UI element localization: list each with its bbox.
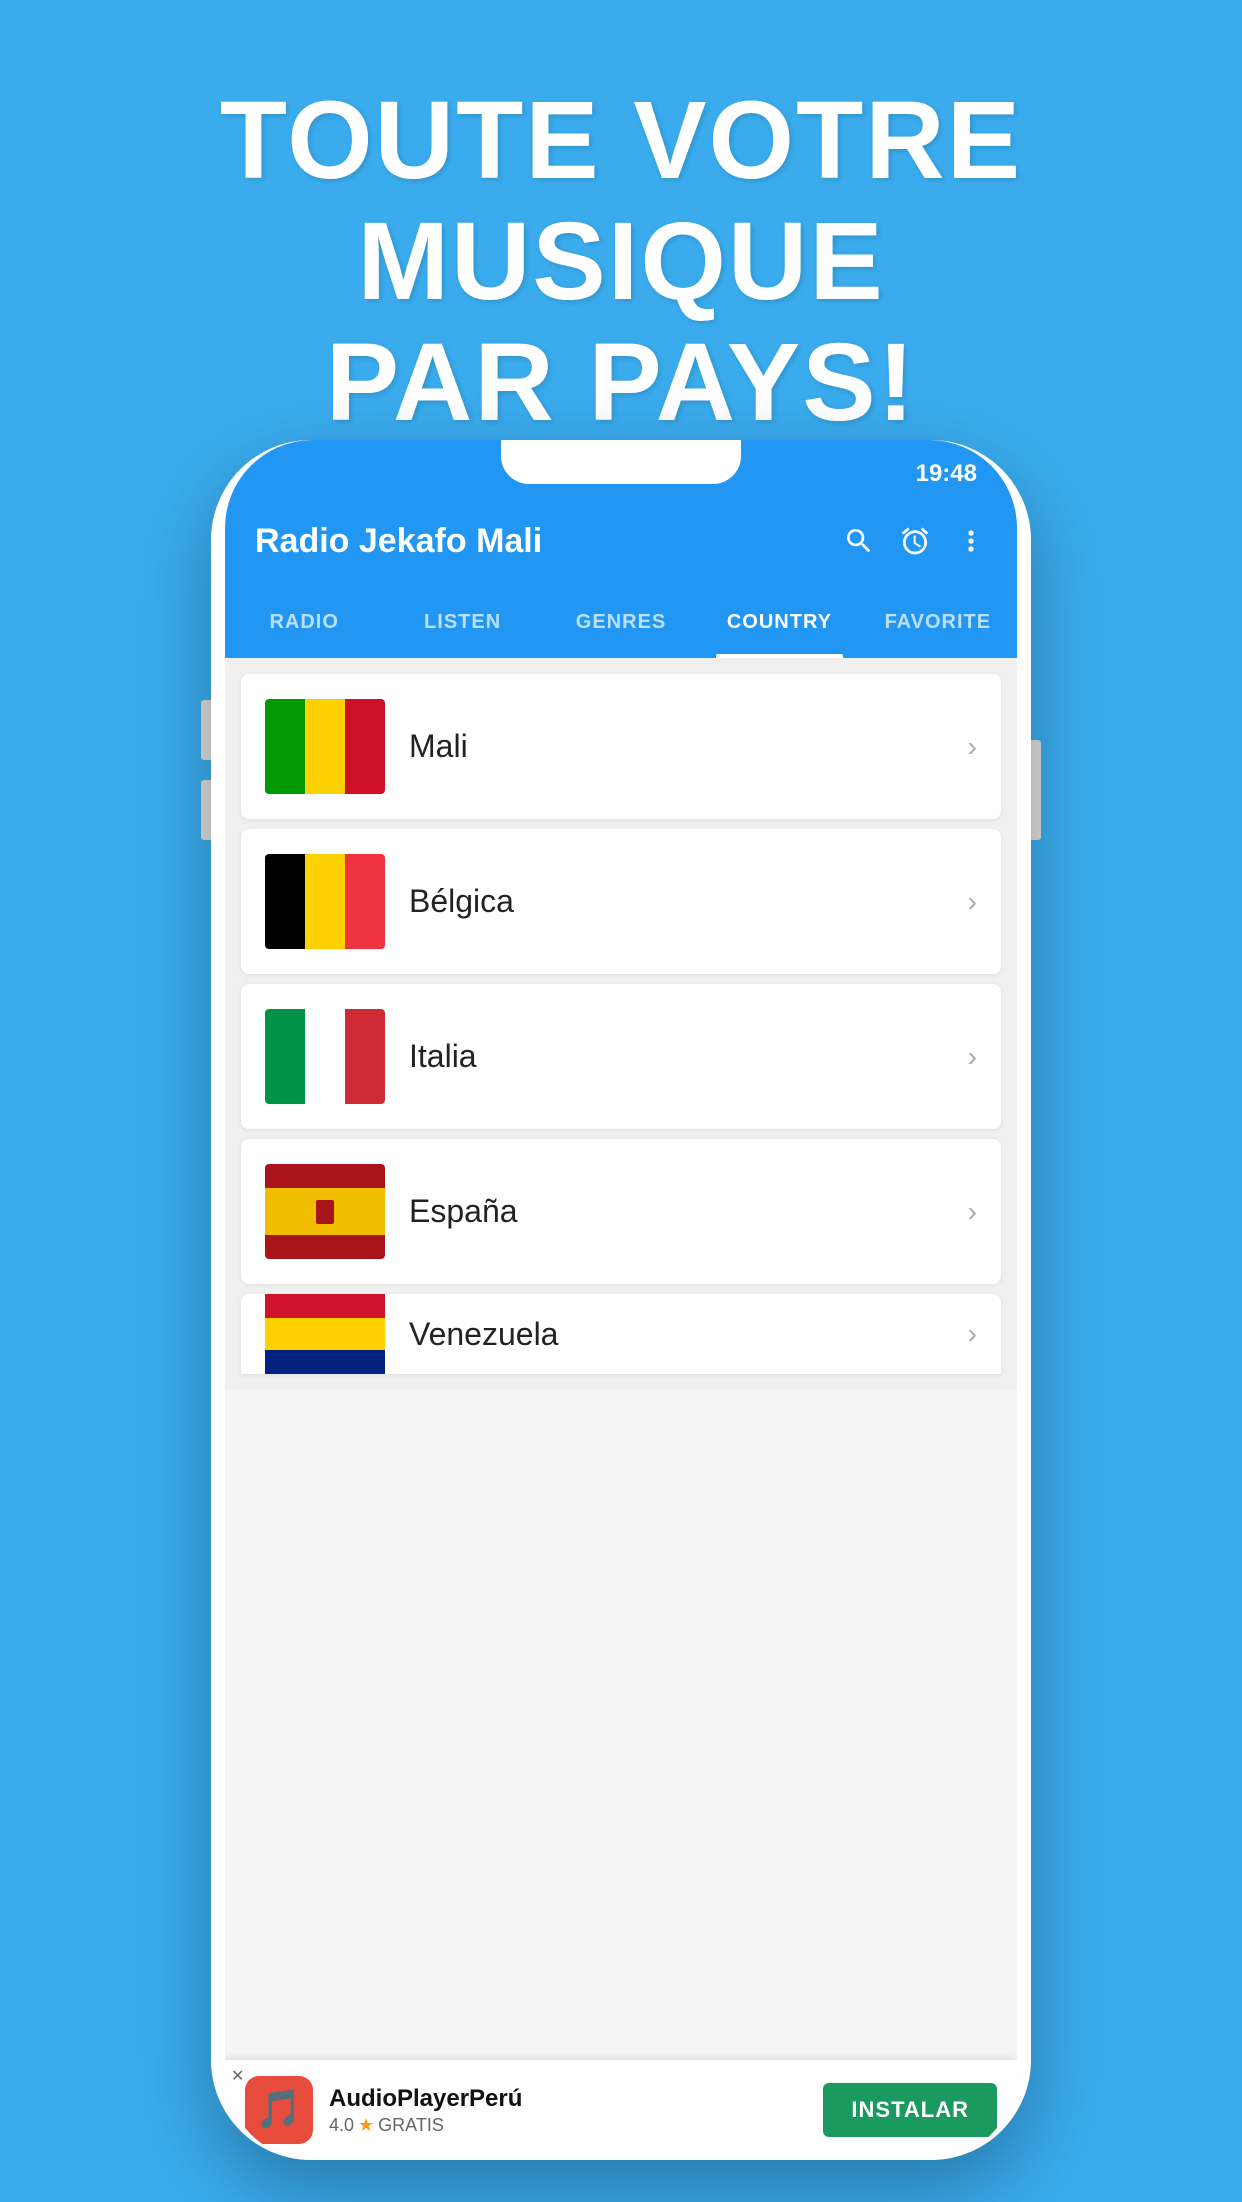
hero-line1: TOUTE VOTRE MUSIQUE [0,80,1242,322]
ad-rating: 4.0 ★ GRATIS [329,2115,807,2136]
ad-install-button[interactable]: INSTALAR [823,2083,997,2137]
tabs-bar: RADIO LISTEN GENRES COUNTRY FAVORITE [225,586,1017,658]
hero-line2: PAR PAYS! [0,322,1242,443]
chevron-right-icon: › [968,1318,977,1350]
app-bar-icons [843,525,987,557]
ad-info: AudioPlayerPerú 4.0 ★ GRATIS [329,2085,807,2136]
chevron-right-icon: › [968,886,977,918]
phone-notch [501,440,741,484]
country-item-belgium[interactable]: Bélgica › [241,829,1001,974]
country-list: Mali › Bélgica › [225,658,1017,1390]
country-item-mali[interactable]: Mali › [241,674,1001,819]
country-name-spain: España [409,1193,944,1230]
country-item-italy[interactable]: Italia › [241,984,1001,1129]
phone-screen: 19:48 Radio Jekafo Mali [225,440,1017,2160]
hero-title: TOUTE VOTRE MUSIQUE PAR PAYS! [0,0,1242,443]
ad-app-name: AudioPlayerPerú [329,2085,807,2113]
alarm-icon[interactable] [899,525,931,557]
chevron-right-icon: › [968,1041,977,1073]
volume-up-button [201,700,211,760]
ad-banner: ✕ 🎵 AudioPlayerPerú 4.0 ★ GRATIS INSTALA… [225,2060,1017,2160]
tab-genres[interactable]: GENRES [542,586,700,658]
tab-country[interactable]: COUNTRY [700,586,858,658]
chevron-right-icon: › [968,731,977,763]
app-bar: Radio Jekafo Mali [225,496,1017,586]
star-icon: ★ [358,2115,374,2136]
ad-app-icon: 🎵 [245,2076,313,2144]
flag-venezuela [265,1294,385,1374]
tab-radio[interactable]: RADIO [225,586,383,658]
more-icon[interactable] [955,525,987,557]
flag-italy [265,1009,385,1104]
phone-mockup: 19:48 Radio Jekafo Mali [211,440,1031,2160]
country-name-italy: Italia [409,1038,944,1075]
status-time: 19:48 [916,460,977,488]
country-name-venezuela: Venezuela [409,1316,944,1353]
flag-belgium [265,854,385,949]
country-name-mali: Mali [409,728,944,765]
tab-listen[interactable]: LISTEN [383,586,541,658]
volume-down-button [201,780,211,840]
power-button [1031,740,1041,840]
flag-mali [265,699,385,794]
country-item-spain[interactable]: España › [241,1139,1001,1284]
phone-frame: 19:48 Radio Jekafo Mali [211,440,1031,2160]
search-icon[interactable] [843,525,875,557]
chevron-right-icon: › [968,1196,977,1228]
tab-favorite[interactable]: FAVORITE [859,586,1017,658]
flag-spain [265,1164,385,1259]
country-name-belgium: Bélgica [409,883,944,920]
country-item-venezuela[interactable]: Venezuela › [241,1294,1001,1374]
ad-close-button[interactable]: ✕ [231,2066,244,2086]
app-title: Radio Jekafo Mali [255,522,823,561]
